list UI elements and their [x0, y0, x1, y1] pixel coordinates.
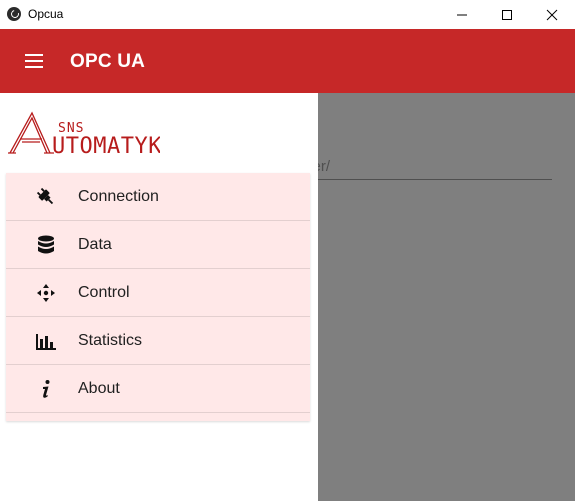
maximize-button[interactable]: [484, 0, 530, 29]
maximize-icon: [502, 9, 512, 20]
move-arrows-icon: [34, 281, 58, 305]
drawer-menu: Connection Data Control Statistics About: [6, 173, 310, 421]
menu-item-label: Connection: [78, 187, 159, 205]
menu-item-about[interactable]: About: [6, 365, 310, 413]
hamburger-menu-button[interactable]: [14, 45, 54, 77]
menu-item-control[interactable]: Control: [6, 269, 310, 317]
bar-chart-icon: [34, 329, 58, 353]
app-title: OPC UA: [70, 51, 146, 72]
minimize-button[interactable]: [439, 0, 485, 29]
menu-item-label: Control: [78, 283, 130, 301]
navigation-drawer: SNS UTOMATYK Connection Data Control Sta…: [0, 93, 318, 501]
menu-item-label: About: [78, 379, 120, 397]
window-title: Opcua: [28, 7, 64, 21]
window-titlebar: Opcua: [0, 0, 575, 29]
menu-item-connection[interactable]: Connection: [6, 173, 310, 221]
minimize-icon: [457, 14, 467, 15]
menu-item-label: Data: [78, 235, 112, 253]
menu-item-data[interactable]: Data: [6, 221, 310, 269]
app-bar: OPC UA: [0, 29, 575, 93]
info-icon: [34, 377, 58, 401]
hamburger-icon: [25, 54, 43, 56]
plug-icon: [34, 185, 58, 209]
close-icon: [546, 9, 558, 20]
close-button[interactable]: [529, 0, 575, 29]
menu-item-statistics[interactable]: Statistics: [6, 317, 310, 365]
database-icon: [34, 233, 58, 257]
app-icon: [7, 7, 21, 21]
sns-automatyk-logo: SNS UTOMATYK: [8, 111, 160, 159]
svg-text:UTOMATYK: UTOMATYK: [52, 134, 160, 159]
menu-item-label: Statistics: [78, 331, 143, 349]
